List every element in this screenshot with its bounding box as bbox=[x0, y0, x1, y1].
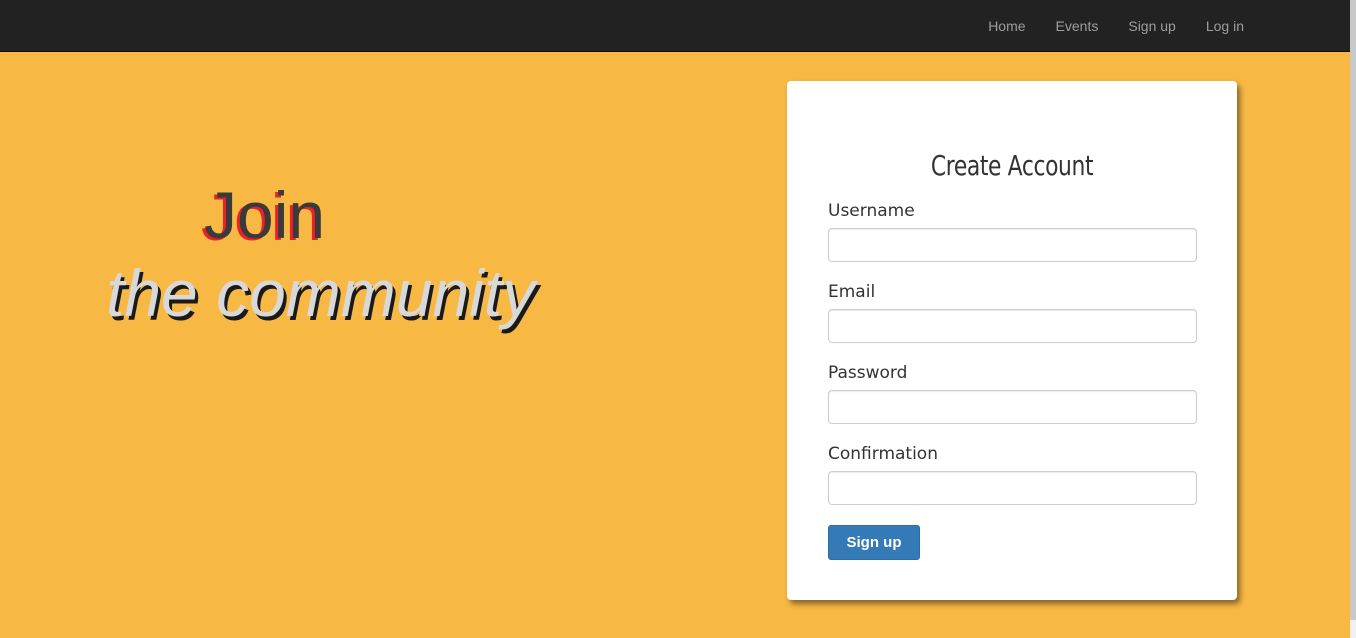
hero-heading-join: Join bbox=[204, 178, 326, 252]
confirmation-label: Confirmation bbox=[828, 444, 938, 464]
password-input[interactable] bbox=[828, 390, 1197, 424]
email-input[interactable] bbox=[828, 309, 1197, 343]
page-scrollbar[interactable] bbox=[1350, 0, 1356, 638]
hero-section: Join the community bbox=[0, 52, 680, 412]
scrollbar-thumb[interactable] bbox=[1350, 0, 1356, 620]
email-label: Email bbox=[828, 282, 876, 302]
nav-signup-link[interactable]: Sign up bbox=[1113, 18, 1190, 34]
confirmation-input[interactable] bbox=[828, 471, 1197, 505]
signup-card: Create Account Username Email Password C… bbox=[787, 81, 1237, 600]
nav-login-link[interactable]: Log in bbox=[1191, 18, 1259, 34]
password-label: Password bbox=[828, 363, 908, 383]
nav-links: Home Events Sign up Log in bbox=[973, 0, 1259, 51]
form-title: Create Account bbox=[930, 149, 1094, 182]
username-input[interactable] bbox=[828, 228, 1197, 262]
nav-events-link[interactable]: Events bbox=[1041, 18, 1114, 34]
hero-heading-community: the community bbox=[106, 256, 536, 330]
top-navbar: Home Events Sign up Log in bbox=[0, 0, 1350, 52]
signup-submit-button[interactable]: Sign up bbox=[828, 525, 920, 560]
nav-home-link[interactable]: Home bbox=[973, 18, 1040, 34]
username-label: Username bbox=[828, 201, 915, 221]
